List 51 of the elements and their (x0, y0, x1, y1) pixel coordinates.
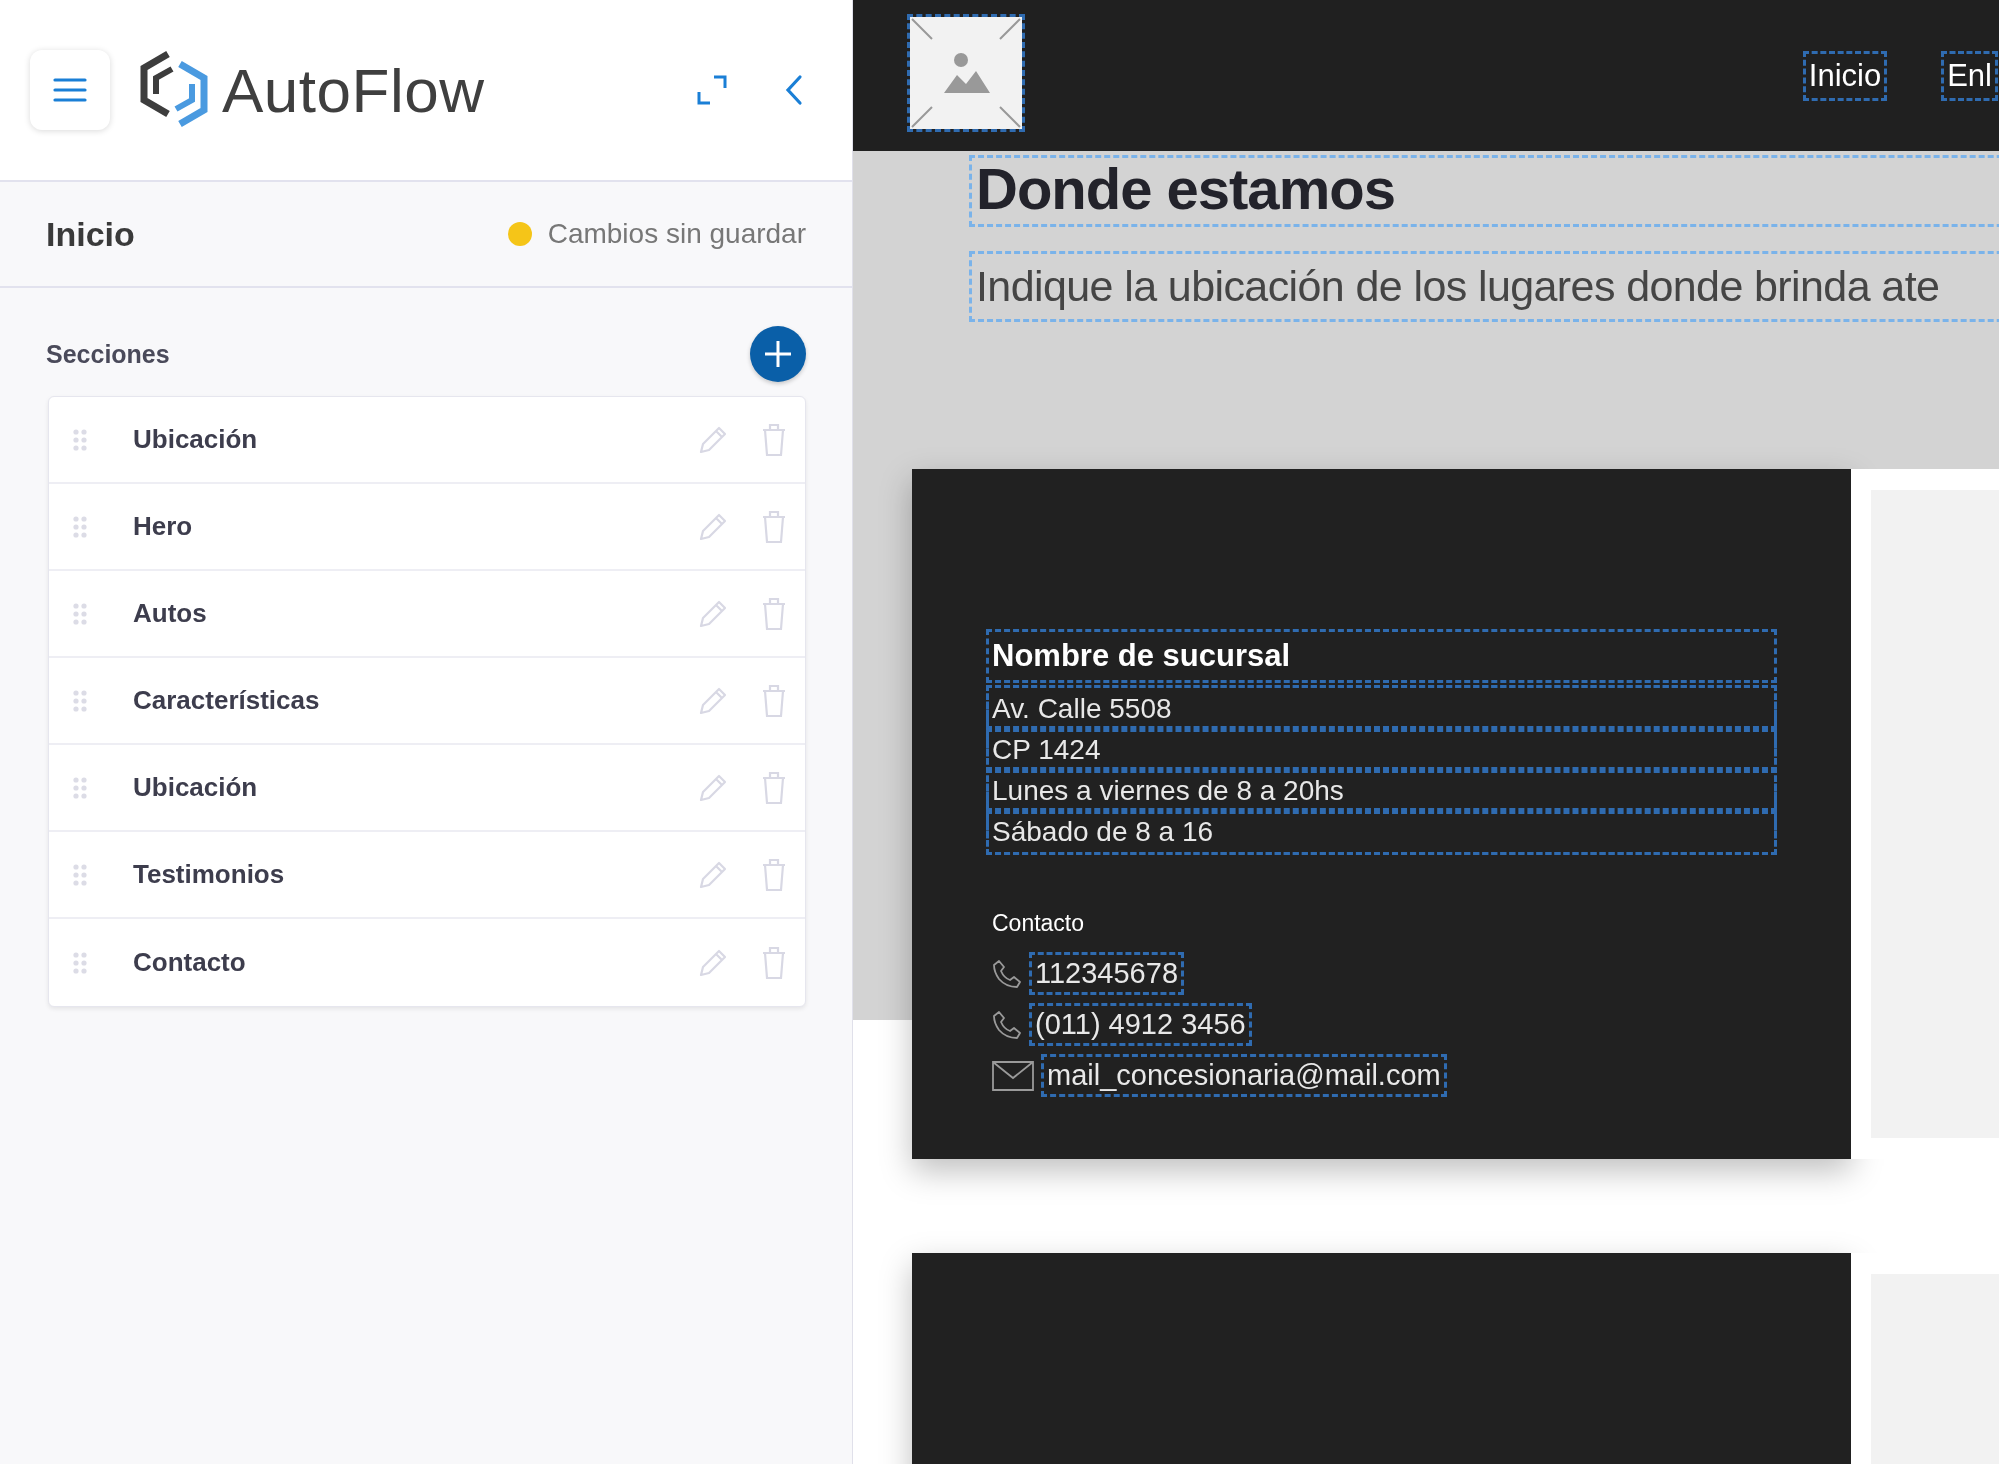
drag-handle-icon[interactable] (73, 602, 87, 625)
trash-icon[interactable] (761, 509, 787, 544)
status-text: Cambios sin guardar (547, 218, 806, 250)
status-dot (507, 222, 532, 246)
section-item[interactable]: Ubicación (49, 397, 805, 484)
email-address[interactable]: mail_concesionaria@mail.com (1044, 1057, 1444, 1094)
section-subtitle[interactable]: Indique la ubicación de los lugares donde brinda ate (972, 254, 1999, 319)
section-item[interactable]: Contacto (49, 919, 805, 1006)
drag-handle-icon[interactable] (73, 689, 87, 712)
drag-handle-icon[interactable] (73, 428, 87, 451)
section-heading[interactable]: Donde estamos (972, 158, 1999, 224)
drag-handle-icon[interactable] (73, 951, 87, 974)
drag-handle-icon[interactable] (73, 776, 87, 799)
section-item[interactable]: Ubicación (49, 745, 805, 832)
drag-handle-icon[interactable] (73, 515, 87, 538)
nav-link[interactable]: Inicio (1805, 53, 1885, 98)
branch-name[interactable]: Nombre de sucursal (989, 632, 1774, 680)
logo-icon (138, 50, 210, 130)
add-section-button[interactable] (750, 326, 806, 382)
menu-icon (53, 77, 87, 103)
sections-label: Secciones (46, 339, 170, 369)
contact-label: Contacto (992, 910, 1086, 937)
trash-icon[interactable] (761, 422, 787, 457)
menu-button[interactable] (30, 50, 110, 130)
address-line[interactable]: Sábado de 8 a 16 (989, 811, 1774, 852)
drag-handle-icon[interactable] (73, 863, 87, 886)
expand-icon (696, 74, 728, 106)
section-item[interactable]: Características (49, 658, 805, 745)
trash-icon[interactable] (761, 945, 787, 980)
section-item[interactable]: Testimonios (49, 832, 805, 919)
envelope-icon (992, 1060, 1034, 1091)
address-line[interactable]: CP 1424 (989, 729, 1774, 770)
plus-icon (763, 339, 793, 369)
phone-icon (992, 958, 1022, 989)
section-item[interactable]: Autos (49, 571, 805, 658)
trash-icon[interactable] (761, 770, 787, 805)
image-placeholder-icon (910, 16, 1022, 129)
address-line[interactable]: Lunes a viernes de 8 a 20hs (989, 770, 1774, 811)
page-title: Inicio (46, 214, 135, 254)
logo-text: AutoFlow (222, 54, 485, 126)
trash-icon[interactable] (761, 683, 787, 718)
phone-icon (992, 1009, 1022, 1040)
address-line[interactable]: Av. Calle 5508 (989, 688, 1774, 729)
trash-icon[interactable] (761, 857, 787, 892)
phone-number[interactable]: 112345678 (1032, 955, 1181, 992)
logo-placeholder[interactable] (910, 16, 1022, 129)
section-item[interactable]: Hero (49, 484, 805, 571)
chevron-left-icon (784, 74, 804, 106)
nav-link[interactable]: Enl (1944, 53, 1995, 98)
trash-icon[interactable] (761, 596, 787, 631)
phone-number[interactable]: (011) 4912 3456 (1032, 1006, 1249, 1043)
